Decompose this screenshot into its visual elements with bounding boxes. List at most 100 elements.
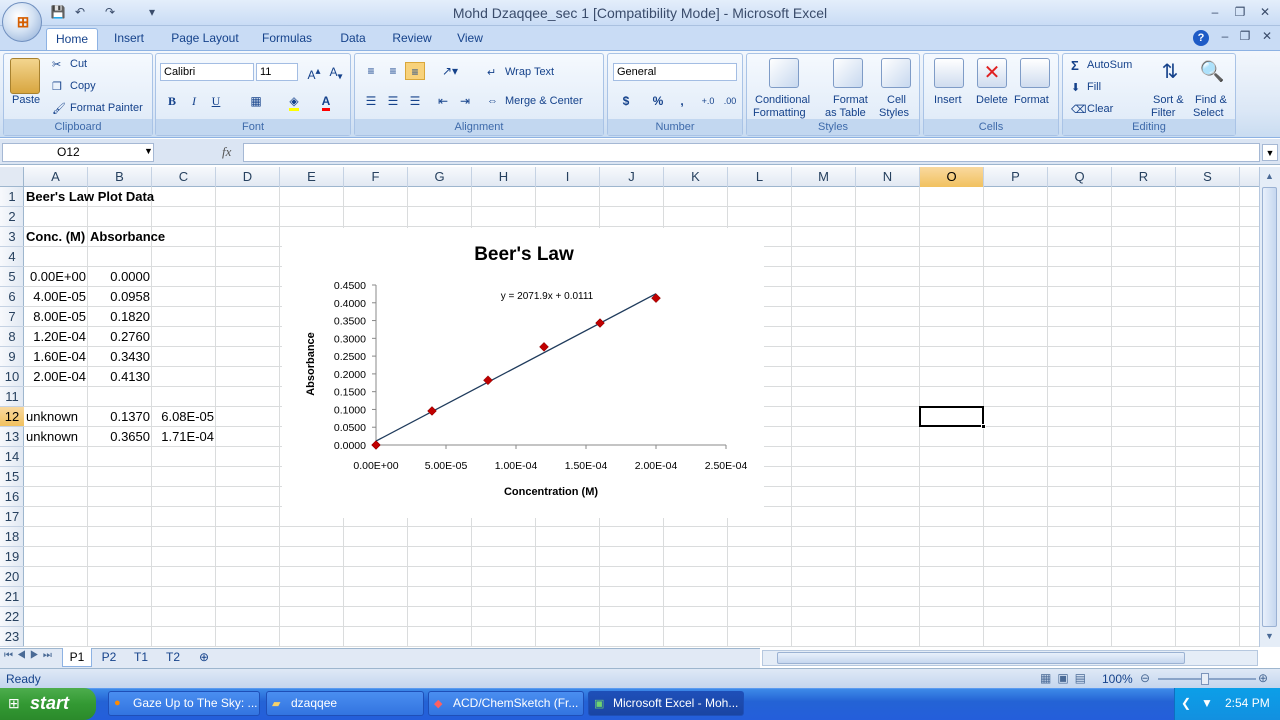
column-header-g[interactable]: G bbox=[408, 167, 472, 187]
orientation-icon[interactable]: ↗▾ bbox=[435, 62, 465, 80]
sheet-tab-p2[interactable]: P2 bbox=[94, 648, 124, 667]
decrease-decimal-icon[interactable]: .00 bbox=[720, 92, 740, 110]
column-header-r[interactable]: R bbox=[1112, 167, 1176, 187]
sort-filter-icon[interactable]: ⇅ bbox=[1155, 58, 1185, 88]
maximize-icon[interactable]: ❐ bbox=[1229, 3, 1251, 21]
row-header-20[interactable]: 20 bbox=[0, 567, 24, 587]
column-header-p[interactable]: P bbox=[984, 167, 1048, 187]
horizontal-scroll-thumb[interactable] bbox=[777, 652, 1185, 664]
fill-handle[interactable] bbox=[981, 424, 986, 429]
underline-button[interactable]: U bbox=[206, 92, 226, 110]
insert-function-icon[interactable]: fx bbox=[222, 144, 231, 160]
column-header-s[interactable]: S bbox=[1176, 167, 1240, 187]
tab-page-layout[interactable]: Page Layout bbox=[166, 28, 244, 50]
percent-button[interactable]: % bbox=[648, 92, 668, 110]
column-header-c[interactable]: C bbox=[152, 167, 216, 187]
align-bottom-icon[interactable]: ≡ bbox=[405, 62, 425, 80]
tab-insert[interactable]: Insert bbox=[106, 28, 152, 50]
conditional-formatting-label-1[interactable]: Conditional bbox=[755, 94, 810, 106]
find-select-label-2[interactable]: Select bbox=[1193, 107, 1224, 119]
cut-button[interactable]: Cut bbox=[70, 58, 87, 70]
cell-styles-icon[interactable] bbox=[881, 58, 911, 88]
cell-a8[interactable]: 1.20E-04 bbox=[24, 327, 86, 347]
cell-b3[interactable]: Absorbance bbox=[90, 227, 165, 247]
cell-a10[interactable]: 2.00E-04 bbox=[24, 367, 86, 387]
taskbar-item-dzaqqee[interactable]: dzaqqee bbox=[266, 691, 424, 716]
paste-icon[interactable] bbox=[10, 58, 40, 94]
borders-icon[interactable]: ▦ bbox=[246, 92, 266, 110]
sheet-tab-t1[interactable]: T1 bbox=[126, 648, 156, 667]
zoom-out-icon[interactable]: ⊖ bbox=[1140, 671, 1150, 685]
doc-close-icon[interactable]: ✕ bbox=[1256, 27, 1278, 45]
cell-styles-label-2[interactable]: Styles bbox=[879, 107, 909, 119]
view-buttons-icon[interactable]: ▦▣▤ bbox=[1040, 671, 1092, 685]
cell-a9[interactable]: 1.60E-04 bbox=[24, 347, 86, 367]
currency-button[interactable]: $ bbox=[616, 92, 636, 110]
font-name-combo[interactable]: Calibri bbox=[160, 63, 254, 81]
row-header-5[interactable]: 5 bbox=[0, 267, 24, 287]
copy-button[interactable]: Copy bbox=[70, 80, 96, 92]
shrink-font-icon[interactable]: A▾ bbox=[326, 63, 346, 82]
row-header-16[interactable]: 16 bbox=[0, 487, 24, 507]
row-header-4[interactable]: 4 bbox=[0, 247, 24, 267]
conditional-formatting-icon[interactable] bbox=[769, 58, 799, 88]
tab-view[interactable]: View bbox=[450, 28, 490, 50]
delete-cells-icon[interactable]: ✕ bbox=[977, 58, 1007, 88]
help-icon[interactable]: ? bbox=[1193, 30, 1209, 46]
column-header-m[interactable]: M bbox=[792, 167, 856, 187]
cell-b7[interactable]: 0.1820 bbox=[88, 307, 150, 327]
network-icon[interactable]: ▼ bbox=[1201, 696, 1213, 710]
cell-b12[interactable]: 0.1370 bbox=[88, 407, 150, 427]
row-header-12[interactable]: 12 bbox=[0, 407, 24, 427]
cell-b6[interactable]: 0.0958 bbox=[88, 287, 150, 307]
formula-input[interactable] bbox=[243, 143, 1260, 162]
autosum-button[interactable]: AutoSum bbox=[1087, 59, 1132, 71]
vertical-scroll-thumb[interactable] bbox=[1262, 187, 1277, 627]
zoom-slider-thumb[interactable] bbox=[1201, 673, 1209, 685]
insert-cells-button[interactable]: Insert bbox=[934, 94, 962, 106]
sheet-tab-t2[interactable]: T2 bbox=[158, 648, 188, 667]
format-cells-icon[interactable] bbox=[1020, 58, 1050, 88]
italic-button[interactable]: I bbox=[184, 92, 204, 110]
align-center-icon[interactable]: ☰ bbox=[383, 92, 403, 110]
column-header-n[interactable]: N bbox=[856, 167, 920, 187]
format-cells-button[interactable]: Format bbox=[1014, 94, 1049, 106]
column-header-k[interactable]: K bbox=[664, 167, 728, 187]
tab-data[interactable]: Data bbox=[332, 28, 374, 50]
font-size-combo[interactable]: 11 bbox=[256, 63, 298, 81]
row-header-14[interactable]: 14 bbox=[0, 447, 24, 467]
minimize-icon[interactable]: – bbox=[1204, 3, 1226, 21]
align-left-icon[interactable]: ☰ bbox=[361, 92, 381, 110]
tab-home[interactable]: Home bbox=[46, 28, 98, 50]
row-header-9[interactable]: 9 bbox=[0, 347, 24, 367]
expand-formula-bar-icon[interactable]: ▼ bbox=[1262, 144, 1278, 161]
tab-formulas[interactable]: Formulas bbox=[258, 28, 316, 50]
row-header-10[interactable]: 10 bbox=[0, 367, 24, 387]
clear-button[interactable]: Clear bbox=[1087, 103, 1113, 115]
row-header-7[interactable]: 7 bbox=[0, 307, 24, 327]
cell-c13[interactable]: 1.71E-04 bbox=[152, 427, 214, 447]
font-color-icon[interactable]: A bbox=[316, 92, 336, 111]
name-box[interactable]: O12 bbox=[2, 143, 154, 162]
cell-c12[interactable]: 6.08E-05 bbox=[152, 407, 214, 427]
name-box-dropdown-icon[interactable]: ▼ bbox=[144, 146, 153, 156]
sheet-nav-icon[interactable]: ⏮◀▶⏭ bbox=[4, 650, 56, 661]
doc-restore-icon[interactable]: ❐ bbox=[1234, 27, 1256, 45]
delete-cells-button[interactable]: Delete bbox=[976, 94, 1008, 106]
row-header-15[interactable]: 15 bbox=[0, 467, 24, 487]
column-header-h[interactable]: H bbox=[472, 167, 536, 187]
cell-a12[interactable]: unknown bbox=[26, 407, 78, 427]
column-header-j[interactable]: J bbox=[600, 167, 664, 187]
column-header-q[interactable]: Q bbox=[1048, 167, 1112, 187]
column-header-b[interactable]: B bbox=[88, 167, 152, 187]
conditional-formatting-label-2[interactable]: Formatting bbox=[753, 107, 806, 119]
column-header-l[interactable]: L bbox=[728, 167, 792, 187]
paste-button[interactable]: Paste bbox=[12, 94, 40, 106]
taskbar-item-excel[interactable]: Microsoft Excel - Moh... bbox=[588, 691, 744, 716]
cell-a5[interactable]: 0.00E+00 bbox=[24, 267, 86, 287]
select-all-corner[interactable] bbox=[0, 167, 24, 187]
sheet-tab-p1[interactable]: P1 bbox=[62, 648, 92, 667]
row-header-18[interactable]: 18 bbox=[0, 527, 24, 547]
sort-filter-label-1[interactable]: Sort & bbox=[1153, 94, 1184, 106]
cell-a13[interactable]: unknown bbox=[26, 427, 78, 447]
